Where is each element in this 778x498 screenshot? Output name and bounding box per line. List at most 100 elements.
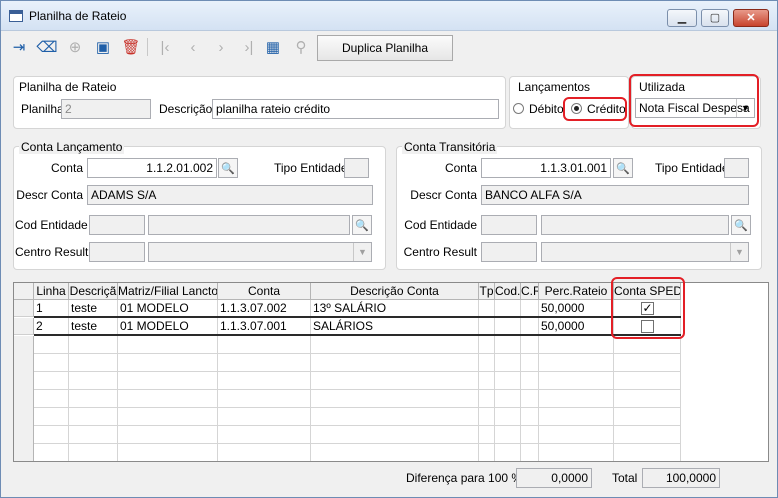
eraser-icon: ⌫ xyxy=(36,39,58,56)
cl-tipo-entidade-label: Tipo Entidade xyxy=(274,161,348,175)
planilha-field[interactable]: 2 xyxy=(61,99,151,119)
cl-descr-conta-label: Descr Conta xyxy=(16,188,83,202)
col-header-matriz[interactable]: Matriz/Filial Lancto. xyxy=(118,283,218,300)
delete-button[interactable]: 🗑 xyxy=(119,35,143,59)
cell-tp[interactable] xyxy=(479,300,495,317)
debito-radio[interactable] xyxy=(513,103,524,114)
ct-centro-result-dropdown[interactable]: ▼ xyxy=(730,243,748,261)
cell-matriz[interactable]: 01 MODELO xyxy=(118,318,218,335)
cell-descricao-conta[interactable]: 13º SALÁRIO xyxy=(311,300,479,317)
diferenca-field[interactable]: 0,0000 xyxy=(516,468,592,488)
cl-cod-entidade-field[interactable] xyxy=(89,215,145,235)
conta-sped-highlight xyxy=(611,277,685,339)
maximize-icon: ▢ xyxy=(709,12,721,24)
ct-tipo-entidade-label: Tipo Entidade xyxy=(655,161,729,175)
credito-highlight xyxy=(563,97,627,121)
empty-rows xyxy=(14,336,681,461)
cell-matriz[interactable]: 01 MODELO xyxy=(118,300,218,317)
conta-lancamento-title: Conta Lançamento xyxy=(19,140,125,154)
cell-perc-rateio[interactable]: 50,0000 xyxy=(539,318,614,335)
add-button[interactable]: ⊕ xyxy=(63,35,87,59)
search-button[interactable]: ⚲ xyxy=(289,35,313,59)
row-indicator[interactable] xyxy=(14,318,34,335)
cell-conta[interactable]: 1.1.3.07.001 xyxy=(218,318,311,335)
grid-view-button[interactable]: ▦ xyxy=(261,35,285,59)
save-icon: ▣ xyxy=(95,39,111,56)
ct-cod-entidade-field[interactable] xyxy=(481,215,537,235)
col-header-linha[interactable]: Linha xyxy=(34,283,69,300)
clear-button[interactable]: ⌫ xyxy=(35,35,59,59)
cl-cod-entidade-desc-field[interactable] xyxy=(148,215,350,235)
last-icon: ›| xyxy=(244,38,254,56)
next-icon: › xyxy=(218,38,224,56)
save-button[interactable]: ▣ xyxy=(91,35,115,59)
duplicate-sheet-button[interactable]: Duplica Planilha xyxy=(317,35,453,61)
ct-cod-entidade-label: Cod Entidade xyxy=(404,218,477,232)
cl-tipo-entidade-field[interactable] xyxy=(344,158,369,178)
col-header-descricao[interactable]: Descriçã xyxy=(69,283,118,300)
search-icon: 🔍 xyxy=(355,219,369,232)
trash-icon: 🗑 xyxy=(121,39,141,56)
search-icon: 🔍 xyxy=(221,162,235,175)
cl-descr-conta-field[interactable]: ADAMS S/A xyxy=(87,185,373,205)
close-button[interactable]: ✕ xyxy=(733,9,769,27)
ct-cod-entidade-desc-field[interactable] xyxy=(541,215,729,235)
cell-linha[interactable]: 1 xyxy=(34,300,69,317)
minimize-button[interactable]: ▁ xyxy=(667,9,697,27)
cell-cr[interactable] xyxy=(521,318,539,335)
cell-descricao[interactable]: teste xyxy=(69,300,118,317)
col-header-conta[interactable]: Conta xyxy=(218,283,311,300)
cell-cod[interactable] xyxy=(495,318,521,335)
first-record-button[interactable]: |‹ xyxy=(153,35,177,59)
cell-perc-rateio[interactable]: 50,0000 xyxy=(539,300,614,317)
cell-tp[interactable] xyxy=(479,318,495,335)
ct-tipo-entidade-field[interactable] xyxy=(724,158,749,178)
ct-centro-result-label: Centro Result xyxy=(403,245,477,259)
cell-descricao[interactable]: teste xyxy=(69,318,118,335)
cell-conta[interactable]: 1.1.3.07.002 xyxy=(218,300,311,317)
cl-centro-result-dropdown[interactable]: ▼ xyxy=(353,243,371,261)
window-icon xyxy=(9,10,23,22)
cell-cod[interactable] xyxy=(495,300,521,317)
row-indicator[interactable] xyxy=(14,300,34,317)
cell-cr[interactable] xyxy=(521,300,539,317)
grid-icon: ▦ xyxy=(265,39,281,56)
title-bar: Planilha de Rateio ▁ ▢ ✕ xyxy=(1,1,777,31)
cl-centro-result-select[interactable] xyxy=(148,242,372,262)
last-record-button[interactable]: ›| xyxy=(237,35,261,59)
chevron-down-icon: ▼ xyxy=(735,247,744,257)
total-label: Total xyxy=(612,471,638,485)
ct-cod-entidade-lookup-button[interactable]: 🔍 xyxy=(731,215,751,235)
prev-record-button[interactable]: ‹ xyxy=(181,35,205,59)
close-icon: ✕ xyxy=(746,12,756,24)
total-field[interactable]: 100,0000 xyxy=(642,468,720,488)
ct-conta-label: Conta xyxy=(444,161,477,175)
cl-conta-lookup-button[interactable]: 🔍 xyxy=(218,158,238,178)
col-header-cod[interactable]: Cod. xyxy=(495,283,521,300)
col-header-cr[interactable]: C.R xyxy=(521,283,539,300)
lancamentos-title: Lançamentos xyxy=(518,80,591,94)
cl-cod-entidade-lookup-button[interactable]: 🔍 xyxy=(352,215,372,235)
ct-centro-result-field[interactable] xyxy=(481,242,537,262)
descricao-field[interactable]: planilha rateio crédito xyxy=(212,99,499,119)
cell-descricao-conta[interactable]: SALÁRIOS xyxy=(311,318,479,335)
ct-conta-field[interactable]: 1.1.3.01.001 xyxy=(481,158,611,178)
cl-cod-entidade-label: Cod Entidade xyxy=(15,218,88,232)
cl-conta-label: Conta xyxy=(50,161,83,175)
minimize-icon: ▁ xyxy=(677,12,687,24)
ct-conta-lookup-button[interactable]: 🔍 xyxy=(613,158,633,178)
exit-button[interactable]: ⇥ xyxy=(7,35,31,59)
maximize-button[interactable]: ▢ xyxy=(701,9,729,27)
cell-linha[interactable]: 2 xyxy=(34,318,69,335)
ct-centro-result-select[interactable] xyxy=(541,242,749,262)
cl-centro-result-field[interactable] xyxy=(89,242,145,262)
col-header-descricao-conta[interactable]: Descrição Conta xyxy=(311,283,479,300)
col-header-perc-rateio[interactable]: Perc.Rateio xyxy=(539,283,614,300)
col-header-tp[interactable]: Tp xyxy=(479,283,495,300)
search-icon: 🔍 xyxy=(616,162,630,175)
grid-corner xyxy=(14,283,34,300)
cl-conta-field[interactable]: 1.1.2.01.002 xyxy=(87,158,217,178)
search-icon: 🔍 xyxy=(734,219,748,232)
next-record-button[interactable]: › xyxy=(209,35,233,59)
ct-descr-conta-field[interactable]: BANCO ALFA S/A xyxy=(481,185,749,205)
